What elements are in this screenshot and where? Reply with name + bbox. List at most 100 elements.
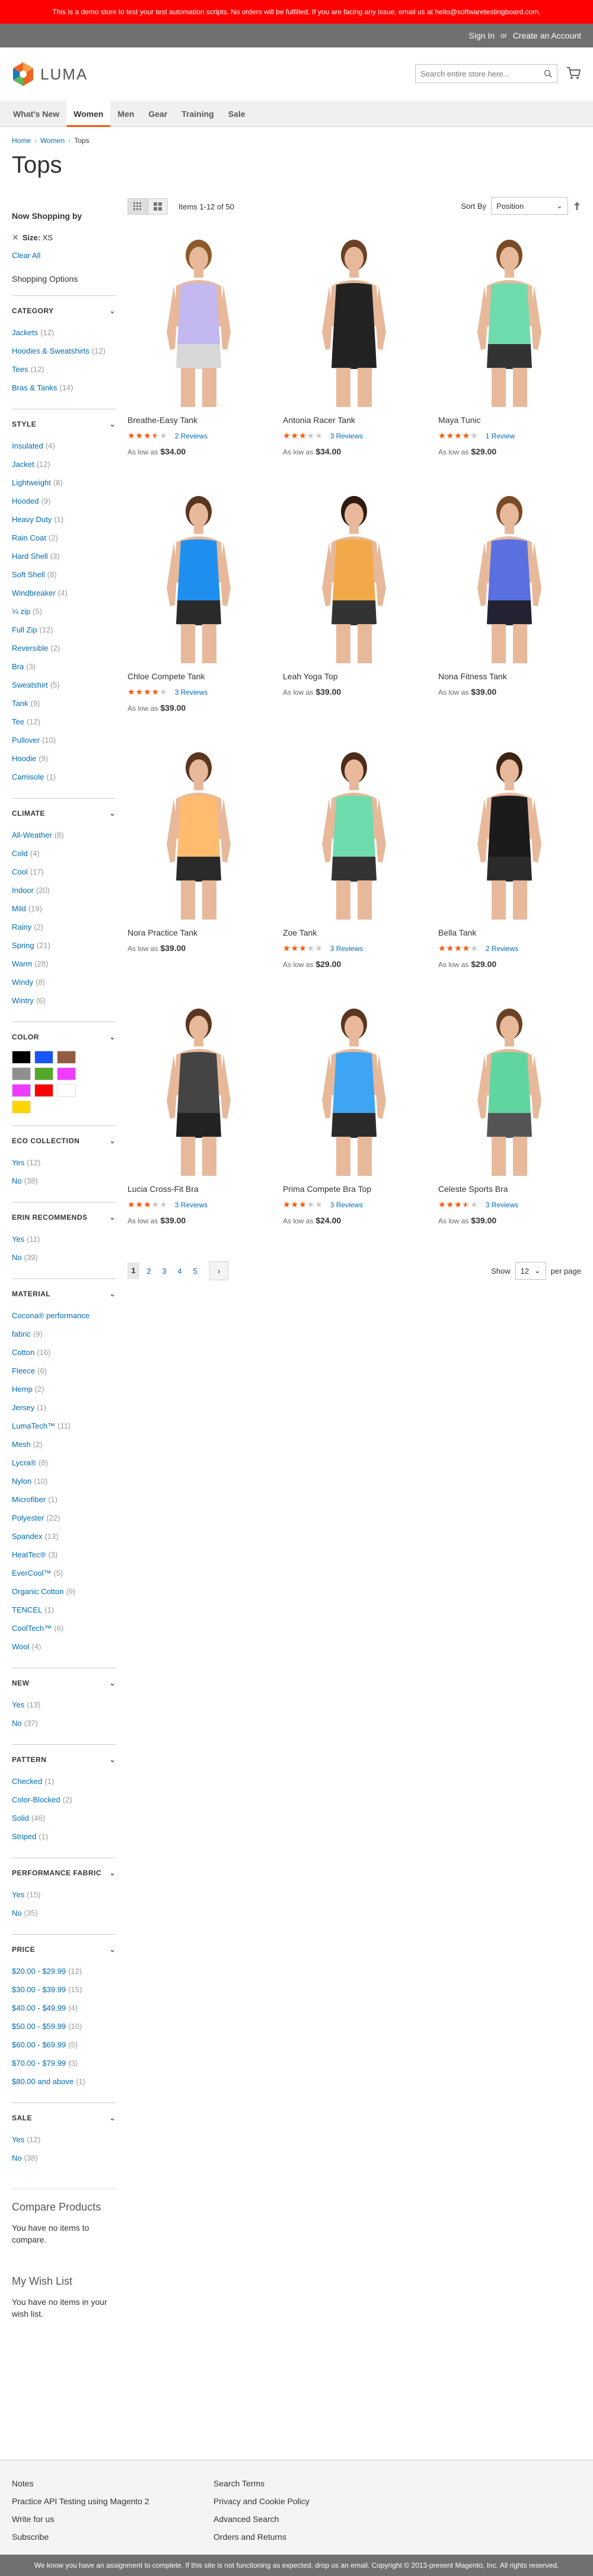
- facet-header[interactable]: CATEGORY ⌄: [12, 307, 116, 315]
- facet-option[interactable]: Camisole (1): [12, 768, 116, 786]
- footer-link[interactable]: Advanced Search: [213, 2510, 415, 2528]
- facet-option[interactable]: Hemp (2): [12, 1380, 116, 1398]
- facet-option[interactable]: Lightweight (8): [12, 473, 116, 492]
- product-image[interactable]: [438, 231, 581, 407]
- facet-option[interactable]: ¼ zip (5): [12, 602, 116, 621]
- facet-option[interactable]: No (38): [12, 2149, 116, 2167]
- footer-link[interactable]: Notes: [12, 2475, 213, 2492]
- facet-option[interactable]: No (39): [12, 1248, 116, 1267]
- facet-option[interactable]: Warm (28): [12, 955, 116, 973]
- product-image[interactable]: [127, 488, 270, 663]
- facet-option[interactable]: Jacket (12): [12, 455, 116, 473]
- color-swatch[interactable]: [34, 1084, 53, 1097]
- footer-link[interactable]: Orders and Returns: [213, 2528, 415, 2546]
- facet-option[interactable]: Nylon (10): [12, 1472, 116, 1490]
- page-link[interactable]: 2: [143, 1267, 155, 1276]
- reviews-link[interactable]: 1 Review: [486, 432, 515, 440]
- facet-option[interactable]: Rainy (2): [12, 918, 116, 936]
- facet-option[interactable]: No (35): [12, 1904, 116, 1922]
- product-name-link[interactable]: Bella Tank: [438, 928, 581, 937]
- reviews-link[interactable]: 3 Reviews: [330, 944, 363, 953]
- product-name-link[interactable]: Prima Compete Bra Top: [283, 1184, 425, 1194]
- facet-option[interactable]: Jackets (12): [12, 323, 116, 342]
- reviews-link[interactable]: 3 Reviews: [330, 432, 363, 440]
- facet-option[interactable]: Sweatshirt (5): [12, 676, 116, 694]
- facet-option[interactable]: Checked (1): [12, 1772, 116, 1791]
- facet-option[interactable]: No (38): [12, 1172, 116, 1190]
- facet-option[interactable]: Insulated (4): [12, 437, 116, 455]
- facet-option[interactable]: Cotton (16): [12, 1343, 116, 1362]
- search-input[interactable]: Search entire store here...: [415, 64, 557, 83]
- facet-option[interactable]: Yes (13): [12, 1696, 116, 1714]
- breadcrumb-home[interactable]: Home: [12, 136, 31, 145]
- facet-option[interactable]: $70.00 - $79.99 (3): [12, 2054, 116, 2072]
- page-link[interactable]: 5: [189, 1267, 201, 1276]
- facet-option[interactable]: Microfiber (1): [12, 1490, 116, 1509]
- nav-gear[interactable]: Gear: [141, 101, 174, 126]
- facet-option[interactable]: Color-Blocked (2): [12, 1791, 116, 1809]
- facet-option[interactable]: Organic Cotton (9): [12, 1582, 116, 1601]
- grid-view-icon[interactable]: [127, 198, 148, 215]
- nav-sale[interactable]: Sale: [221, 101, 253, 126]
- nav-training[interactable]: Training: [174, 101, 221, 126]
- product-name-link[interactable]: Zoe Tank: [283, 928, 425, 937]
- product-image[interactable]: [283, 488, 425, 663]
- nav-women[interactable]: Women: [66, 101, 111, 127]
- facet-option[interactable]: Cold (4): [12, 844, 116, 863]
- sort-direction-icon[interactable]: [573, 201, 581, 211]
- facet-option[interactable]: Striped (1): [12, 1827, 116, 1846]
- logo[interactable]: LUMA: [12, 62, 88, 87]
- facet-option[interactable]: EverCool™ (5): [12, 1564, 116, 1582]
- facet-header[interactable]: STYLE ⌄: [12, 420, 116, 428]
- facet-option[interactable]: HeatTec® (3): [12, 1545, 116, 1564]
- color-swatch[interactable]: [12, 1067, 31, 1080]
- product-name-link[interactable]: Breathe-Easy Tank: [127, 415, 270, 425]
- product-image[interactable]: [127, 231, 270, 407]
- create-account-link[interactable]: Create an Account: [513, 31, 581, 40]
- facet-option[interactable]: Windbreaker (4): [12, 584, 116, 602]
- facet-header[interactable]: COLOR ⌄: [12, 1033, 116, 1041]
- product-image[interactable]: [283, 744, 425, 920]
- reviews-link[interactable]: 2 Reviews: [175, 432, 208, 440]
- remove-filter-icon[interactable]: ✕: [12, 233, 19, 242]
- facet-header[interactable]: SALE ⌄: [12, 2114, 116, 2122]
- nav-whats-new[interactable]: What's New: [6, 101, 66, 126]
- reviews-link[interactable]: 3 Reviews: [175, 688, 208, 697]
- facet-option[interactable]: $80.00 and above (1): [12, 2072, 116, 2091]
- facet-option[interactable]: Wool (4): [12, 1637, 116, 1656]
- facet-header[interactable]: ERIN RECOMMENDS ⌄: [12, 1213, 116, 1222]
- product-name-link[interactable]: Nona Fitness Tank: [438, 672, 581, 681]
- page-link[interactable]: 3: [158, 1267, 170, 1276]
- nav-men[interactable]: Men: [110, 101, 141, 126]
- facet-option[interactable]: Cool (17): [12, 863, 116, 881]
- product-image[interactable]: [438, 1000, 581, 1176]
- facet-option[interactable]: Spring (21): [12, 936, 116, 955]
- facet-option[interactable]: Lycra® (8): [12, 1454, 116, 1472]
- facet-option[interactable]: Mesh (2): [12, 1435, 116, 1454]
- facet-option[interactable]: Hoodie (9): [12, 749, 116, 768]
- facet-header[interactable]: NEW ⌄: [12, 1679, 116, 1687]
- facet-header[interactable]: PATTERN ⌄: [12, 1756, 116, 1764]
- facet-option[interactable]: Rain Coat (2): [12, 529, 116, 547]
- facet-option[interactable]: Yes (12): [12, 1153, 116, 1172]
- facet-option[interactable]: $40.00 - $49.99 (4): [12, 1999, 116, 2017]
- facet-option[interactable]: Bras & Tanks (14): [12, 379, 116, 397]
- product-name-link[interactable]: Antonia Racer Tank: [283, 415, 425, 425]
- facet-option[interactable]: Tees (12): [12, 360, 116, 379]
- next-page-icon[interactable]: ›: [209, 1261, 228, 1280]
- facet-option[interactable]: Heavy Duty (1): [12, 510, 116, 529]
- reviews-link[interactable]: 3 Reviews: [175, 1201, 208, 1209]
- limit-select[interactable]: 12 ⌄: [515, 1262, 546, 1280]
- breadcrumb-women[interactable]: Women: [40, 136, 65, 145]
- product-name-link[interactable]: Nora Practice Tank: [127, 928, 270, 937]
- search-icon[interactable]: [544, 69, 552, 78]
- product-image[interactable]: [283, 231, 425, 407]
- color-swatch[interactable]: [12, 1101, 31, 1114]
- facet-option[interactable]: $30.00 - $39.99 (15): [12, 1980, 116, 1999]
- product-image[interactable]: [438, 488, 581, 663]
- facet-option[interactable]: Yes (11): [12, 1230, 116, 1248]
- reviews-link[interactable]: 3 Reviews: [486, 1201, 518, 1209]
- facet-option[interactable]: Full Zip (12): [12, 621, 116, 639]
- facet-header[interactable]: PERFORMANCE FABRIC ⌄: [12, 1869, 116, 1877]
- facet-option[interactable]: TENCEL (1): [12, 1601, 116, 1619]
